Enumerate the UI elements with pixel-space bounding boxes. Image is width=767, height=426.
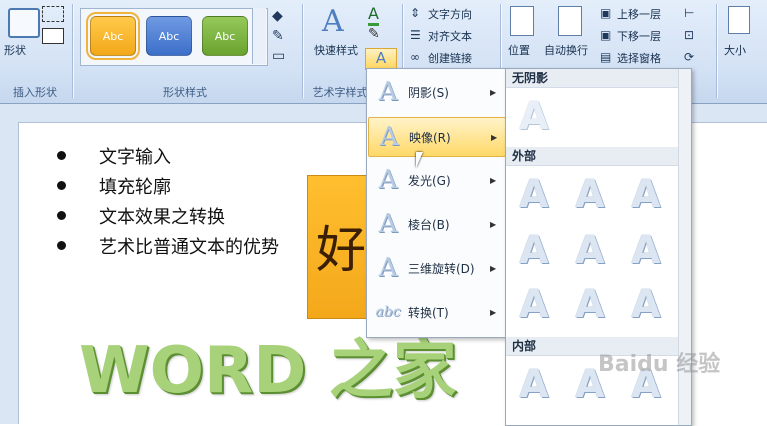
submenu-arrow-icon: ▶ bbox=[490, 87, 497, 97]
wordart-group-label: 艺术字样式 bbox=[312, 86, 368, 99]
shadow-icon: A bbox=[378, 77, 398, 107]
reflection-option[interactable]: A bbox=[624, 227, 668, 273]
quick-styles-label[interactable]: 快速样式 bbox=[314, 42, 358, 58]
reflection-option[interactable]: A bbox=[624, 171, 668, 217]
edit-shape-icon[interactable] bbox=[42, 6, 64, 22]
outline-pen-icon[interactable]: ✎ bbox=[272, 28, 284, 44]
shape-styles-group-label: 形状样式 bbox=[163, 86, 207, 99]
mouse-cursor-icon bbox=[416, 152, 423, 168]
transform-icon: abc bbox=[375, 304, 401, 320]
gallery-scroll[interactable] bbox=[252, 8, 266, 64]
wrap-text-icon[interactable] bbox=[558, 6, 582, 36]
size-button[interactable]: 大小 bbox=[724, 42, 746, 58]
wrap-text-button[interactable]: 自动换行 bbox=[544, 42, 588, 58]
bring-forward-icon[interactable]: ▣ bbox=[600, 6, 611, 20]
submenu-arrow-icon: ▶ bbox=[490, 219, 497, 229]
reflection-option[interactable]: A bbox=[568, 227, 612, 273]
watermark-text: Baidu 经验 bbox=[598, 352, 721, 377]
position-icon[interactable] bbox=[510, 6, 534, 36]
text-direction-icon[interactable]: ⇕ bbox=[410, 6, 420, 20]
reflection-option[interactable]: A bbox=[624, 281, 668, 327]
submenu-arrow-icon: ▶ bbox=[490, 263, 497, 273]
bullet-text: 艺术比普通文本的优势 bbox=[99, 237, 279, 258]
menu-item-3d-rotation[interactable]: A 三维旋转(D) ▶ bbox=[368, 249, 504, 287]
shape-gallery-icon[interactable] bbox=[8, 8, 40, 38]
bring-forward-button[interactable]: 上移一层 bbox=[617, 6, 661, 22]
group-icon[interactable]: ⊡ bbox=[684, 28, 694, 42]
menu-item-glow[interactable]: A 发光(G) ▶ bbox=[368, 161, 504, 199]
submenu-arrow-icon: ▶ bbox=[490, 175, 497, 185]
quick-styles-icon[interactable]: A bbox=[322, 4, 344, 39]
send-backward-icon[interactable]: ▣ bbox=[600, 28, 611, 42]
text-box-icon[interactable] bbox=[42, 28, 64, 44]
menu-item-label: 三维旋转(D) bbox=[408, 261, 475, 276]
text-direction-button[interactable]: 文字方向 bbox=[428, 6, 472, 22]
align-text-icon[interactable]: ☰ bbox=[410, 28, 421, 42]
text-effects-menu: A 阴影(S) ▶ A 映像(R) ▶ A 发光(G) ▶ A 棱台(B) ▶ … bbox=[366, 68, 506, 338]
menu-item-label: 映像(R) bbox=[409, 130, 451, 145]
selection-pane-button[interactable]: 选择窗格 bbox=[617, 50, 661, 66]
section-outer: 外部 bbox=[506, 147, 684, 166]
rotate-icon[interactable]: ⟳ bbox=[684, 50, 694, 64]
menu-item-shadow[interactable]: A 阴影(S) ▶ bbox=[368, 73, 504, 111]
reflection-option[interactable]: A bbox=[568, 281, 612, 327]
menu-item-bevel[interactable]: A 棱台(B) ▶ bbox=[368, 205, 504, 243]
menu-item-reflection[interactable]: A 映像(R) ▶ bbox=[368, 117, 506, 157]
reflection-icon: A bbox=[379, 122, 399, 152]
style-tile-orange[interactable]: Abc bbox=[86, 12, 140, 60]
reflection-option[interactable]: A bbox=[568, 171, 612, 217]
submenu-arrow-icon: ▶ bbox=[490, 307, 497, 317]
menu-item-label: 转换(T) bbox=[408, 305, 449, 320]
send-backward-button[interactable]: 下移一层 bbox=[617, 28, 661, 44]
text-effects-button[interactable]: A bbox=[365, 48, 397, 70]
vertical-ruler[interactable] bbox=[0, 122, 19, 424]
reflection-option[interactable]: A bbox=[512, 361, 556, 407]
menu-item-transform[interactable]: abc 转换(T) ▶ bbox=[368, 293, 504, 331]
submenu-arrow-icon: ▶ bbox=[491, 132, 498, 142]
create-link-button[interactable]: 创建链接 bbox=[428, 50, 472, 66]
align-icon[interactable]: ⊢ bbox=[684, 6, 694, 20]
bullet-text: 文字输入 bbox=[99, 147, 171, 168]
menu-item-label: 发光(G) bbox=[408, 173, 451, 188]
selected-shape[interactable]: 好 bbox=[307, 175, 369, 319]
style-tile-green[interactable]: Abc bbox=[202, 16, 248, 56]
reflection-option[interactable]: A bbox=[512, 171, 556, 217]
shape-button-label[interactable]: 形状 bbox=[4, 42, 26, 58]
align-text-button[interactable]: 对齐文本 bbox=[428, 28, 472, 44]
text-outline-icon[interactable]: ✎ bbox=[368, 26, 380, 42]
shape-text: 好 bbox=[316, 221, 366, 279]
link-icon[interactable]: ∞ bbox=[410, 50, 420, 64]
reflection-option[interactable]: A bbox=[512, 227, 556, 273]
3d-rotation-icon: A bbox=[378, 253, 398, 283]
position-button[interactable]: 位置 bbox=[508, 42, 530, 58]
menu-item-label: 阴影(S) bbox=[408, 85, 449, 100]
style-tile-blue[interactable]: Abc bbox=[146, 16, 192, 56]
bevel-icon: A bbox=[378, 209, 398, 239]
reflection-option[interactable]: A bbox=[512, 281, 556, 327]
size-icon[interactable] bbox=[728, 6, 750, 34]
insert-shapes-group-label: 插入形状 bbox=[13, 86, 57, 99]
fill-bucket-icon[interactable]: ◆ bbox=[272, 8, 283, 24]
section-no-shadow: 无阴影 bbox=[506, 69, 684, 88]
shape-effects-icon[interactable]: ▭ bbox=[272, 48, 285, 64]
bullet-text: 填充轮廓 bbox=[99, 177, 171, 198]
reflection-none-option[interactable]: A bbox=[512, 93, 556, 139]
text-fill-icon[interactable]: A bbox=[368, 4, 379, 26]
glow-icon: A bbox=[378, 165, 398, 195]
selection-pane-icon[interactable]: ▤ bbox=[600, 50, 611, 64]
bullet-text: 文本效果之转换 bbox=[99, 207, 225, 228]
menu-item-label: 棱台(B) bbox=[408, 217, 450, 232]
